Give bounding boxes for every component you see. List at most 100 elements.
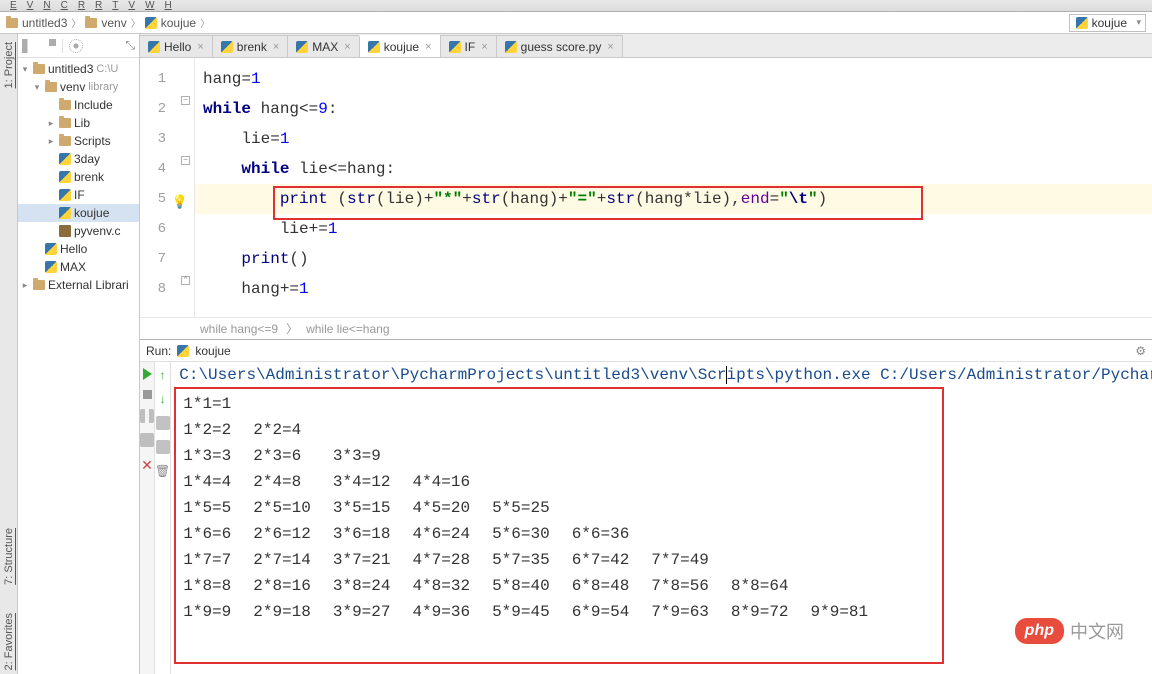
table-cell: 6*7=42 — [570, 548, 648, 572]
fold-icon[interactable]: − — [181, 96, 190, 105]
gear-icon[interactable] — [69, 39, 83, 53]
close-icon[interactable]: ✕ — [141, 457, 153, 474]
tab-koujue[interactable]: koujue× — [359, 35, 441, 57]
run-header: Run: koujue ⚙ — [140, 340, 1152, 362]
menu-bar-fragment: EVNCRRTVWH — [0, 0, 1152, 12]
table-cell: 6*6=36 — [570, 522, 648, 546]
down-icon[interactable]: ↓ — [160, 392, 166, 406]
fold-unfold-icon[interactable]: ⌃ — [181, 276, 190, 285]
watermark-badge: php — [1015, 618, 1064, 644]
code-editor[interactable]: hang=1 while hang<=9: lie=1 while lie<=h… — [195, 58, 1152, 317]
left-gutter: 1: Project 7: Structure 2: Favorites — [0, 34, 18, 674]
tab-if[interactable]: IF× — [440, 35, 497, 57]
tree-item-max[interactable]: MAX — [18, 258, 139, 276]
console-output[interactable]: C:\Users\Administrator\PycharmProjects\u… — [171, 362, 1152, 674]
close-icon[interactable]: × — [197, 41, 203, 53]
delete-icon[interactable]: 🗑 — [155, 464, 170, 478]
navigation-bar: untitled3 〉 venv 〉 koujue 〉 koujue — [0, 12, 1152, 34]
up-icon[interactable]: ↑ — [160, 368, 166, 382]
line-number-gutter[interactable]: 💡 − − ⌃ 12345678 — [140, 58, 195, 317]
table-cell: 2*5=10 — [251, 496, 329, 520]
table-cell: 2*7=14 — [251, 548, 329, 572]
tree-item-hello[interactable]: Hello — [18, 240, 139, 258]
table-cell: 7*7=49 — [649, 548, 727, 572]
rerun-icon[interactable] — [143, 368, 152, 380]
run-config-selector[interactable]: koujue — [1069, 14, 1146, 32]
tree-item-include[interactable]: Include — [18, 96, 139, 114]
table-cell: 5*5=25 — [490, 496, 568, 520]
tree-item-external librari[interactable]: ▸External Librari — [18, 276, 139, 294]
tree-item-3day[interactable]: 3day — [18, 150, 139, 168]
tree-item-koujue[interactable]: koujue — [18, 204, 139, 222]
tree-item-pyvenv.c[interactable]: pyvenv.c — [18, 222, 139, 240]
close-icon[interactable]: × — [425, 41, 431, 53]
table-cell: 3*4=12 — [331, 470, 409, 494]
tree-item-if[interactable]: IF — [18, 186, 139, 204]
bulb-icon[interactable]: 💡 — [172, 188, 188, 218]
print-icon[interactable] — [156, 440, 170, 454]
gear-icon[interactable]: ⚙ — [1135, 344, 1146, 358]
close-icon[interactable]: × — [607, 41, 613, 53]
chevron-right-icon: 〉 — [131, 15, 141, 30]
table-cell: 4*8=32 — [410, 574, 488, 598]
breadcrumb-folder[interactable]: venv — [85, 16, 126, 30]
editor-tabs: Hello×brenk×MAX×koujue×IF×guess score.py… — [140, 34, 1152, 58]
tree-item-lib[interactable]: ▸Lib — [18, 114, 139, 132]
run-toolbar-primary: ✕ — [140, 362, 155, 674]
close-icon[interactable]: × — [481, 41, 487, 53]
python-icon — [177, 345, 189, 357]
table-cell: 4*5=20 — [410, 496, 488, 520]
table-cell: 1*3=3 — [181, 444, 249, 468]
table-cell: 5*7=35 — [490, 548, 568, 572]
exit-icon[interactable] — [140, 433, 154, 447]
tab-brenk[interactable]: brenk× — [212, 35, 288, 57]
run-target-name: koujue — [195, 344, 230, 358]
table-cell: 3*3=9 — [331, 444, 409, 468]
table-cell: 1*1=1 — [181, 392, 249, 416]
table-cell: 4*6=24 — [410, 522, 488, 546]
console-command: C:\Users\Administrator\PycharmProjects\u… — [179, 366, 1152, 384]
table-cell: 1*5=5 — [181, 496, 249, 520]
project-toolwindow-tab[interactable]: 1: Project — [3, 42, 15, 88]
tree-item-venv[interactable]: ▾venv library — [18, 78, 139, 96]
pause-icon[interactable] — [140, 409, 154, 423]
project-tree[interactable]: ▾untitled3 C:\U▾venv libraryInclude▸Lib▸… — [18, 58, 139, 674]
show-views-icon[interactable] — [22, 39, 36, 53]
table-cell: 1*2=2 — [181, 418, 249, 442]
tree-item-brenk[interactable]: brenk — [18, 168, 139, 186]
tab-max[interactable]: MAX× — [287, 35, 359, 57]
breadcrumb-root[interactable]: untitled3 — [6, 16, 67, 30]
table-cell: 8*9=72 — [729, 600, 807, 624]
close-icon[interactable]: × — [344, 41, 350, 53]
tab-guess-score-py[interactable]: guess score.py× — [496, 35, 623, 57]
table-cell: 5*9=45 — [490, 600, 568, 624]
run-toolbar-secondary: ↑ ↓ 🗑 — [155, 362, 171, 674]
stop-icon[interactable] — [143, 390, 152, 399]
table-cell: 5*6=30 — [490, 522, 568, 546]
select-target-icon[interactable] — [42, 39, 56, 53]
table-cell: 7*8=56 — [649, 574, 727, 598]
table-cell: 4*7=28 — [410, 548, 488, 572]
text-cursor — [726, 366, 727, 384]
collapse-icon[interactable]: ⤡ — [125, 38, 135, 53]
table-cell: 1*4=4 — [181, 470, 249, 494]
tab-hello[interactable]: Hello× — [140, 35, 213, 57]
table-cell: 1*9=9 — [181, 600, 249, 624]
tree-item-scripts[interactable]: ▸Scripts — [18, 132, 139, 150]
soft-wrap-icon[interactable] — [156, 416, 170, 430]
breadcrumb-file[interactable]: koujue — [145, 16, 196, 30]
folder-icon — [85, 18, 97, 28]
table-cell: 4*9=36 — [410, 600, 488, 624]
structure-toolwindow-tab[interactable]: 7: Structure — [3, 528, 15, 585]
structure-breadcrumb[interactable]: while hang<=9〉while lie<=hang — [140, 317, 1152, 339]
table-cell: 3*9=27 — [331, 600, 409, 624]
project-panel: ⤡ ▾untitled3 C:\U▾venv libraryInclude▸Li… — [18, 34, 140, 674]
table-cell: 7*9=63 — [649, 600, 727, 624]
fold-icon[interactable]: − — [181, 156, 190, 165]
table-cell: 3*6=18 — [331, 522, 409, 546]
table-cell: 2*6=12 — [251, 522, 329, 546]
tree-item-untitled3[interactable]: ▾untitled3 C:\U — [18, 60, 139, 78]
close-icon[interactable]: × — [273, 41, 279, 53]
table-cell: 2*2=4 — [251, 418, 329, 442]
favorites-toolwindow-tab[interactable]: 2: Favorites — [3, 613, 15, 670]
